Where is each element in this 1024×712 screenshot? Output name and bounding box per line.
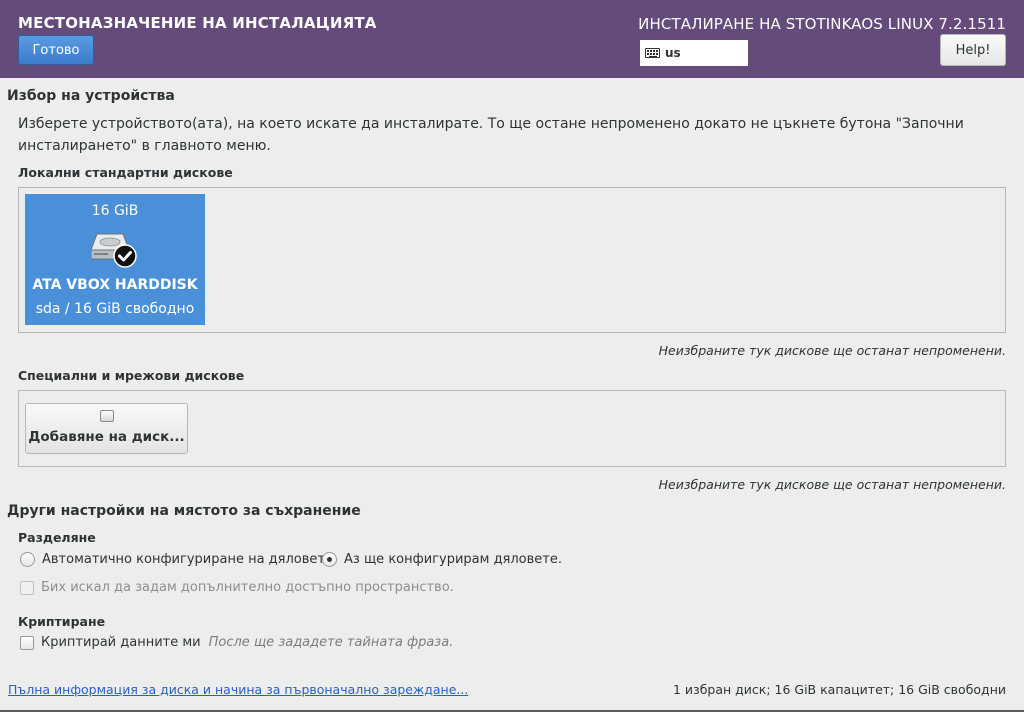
disk-tile-sda[interactable]: 16 GiB ATA VBOX HARDDISK sda / 16 GiB св… — [25, 194, 205, 325]
encrypt-checkbox[interactable] — [20, 635, 34, 650]
extra-space-option[interactable]: Бих искал да задам допълнително достъпно… — [20, 580, 454, 595]
special-disks-title: Специални и мрежови дискове — [18, 368, 245, 383]
other-options-title: Други настройки на мястото за съхранение — [7, 503, 361, 519]
disk-add-icon — [100, 410, 114, 422]
auto-partitioning-radio[interactable] — [20, 552, 35, 567]
manual-partitioning-option[interactable]: Аз ще конфигурирам дяловете. — [322, 552, 562, 567]
add-disk-button[interactable]: Добавяне на диск... — [25, 403, 188, 454]
special-disks-note: Неизбраните тук дискове ще останат непро… — [658, 477, 1006, 492]
disk-info: sda / 16 GiB свободно — [35, 301, 195, 317]
description-line-2: инсталирането" в главното меню. — [18, 138, 271, 154]
spoke-title: МЕСТОНАЗНАЧЕНИЕ НА ИНСТАЛАЦИЯТА — [18, 14, 377, 32]
device-selection-description: Изберете устройството(ата), на което иск… — [18, 113, 1018, 157]
extra-space-label: Бих искал да задам допълнително достъпно… — [41, 580, 454, 595]
description-line-1: Изберете устройството(ата), на което иск… — [18, 116, 964, 132]
header-bar: МЕСТОНАЗНАЧЕНИЕ НА ИНСТАЛАЦИЯТА Готово И… — [0, 0, 1024, 78]
disk-name: ATA VBOX HARDDISK — [32, 277, 198, 293]
auto-partitioning-label: Автоматично конфигуриране на дяловете. — [42, 552, 338, 567]
extra-space-checkbox[interactable] — [20, 580, 34, 595]
local-disks-note: Неизбраните тук дискове ще останат непро… — [658, 343, 1006, 358]
product-title: ИНСТАЛИРАНЕ НА STOTINKAOS LINUX 7.2.1511 — [638, 15, 1006, 33]
encrypt-option[interactable]: Криптирай данните ми После ще зададете т… — [20, 635, 453, 650]
auto-partitioning-option[interactable]: Автоматично конфигуриране на дяловете. — [20, 552, 337, 567]
manual-partitioning-radio[interactable] — [322, 552, 337, 567]
keyboard-icon — [645, 48, 660, 58]
keyboard-layout-label: us — [665, 46, 681, 60]
encryption-title: Криптиране — [18, 614, 106, 629]
harddisk-checked-icon — [91, 233, 137, 268]
help-button[interactable]: Help! — [940, 34, 1006, 66]
device-selection-title: Избор на устройства — [7, 88, 175, 104]
partitioning-title: Разделяне — [18, 530, 96, 545]
storage-summary: 1 избран диск; 16 GiB капацитет; 16 GiB … — [673, 682, 1006, 697]
encrypt-label: Криптирай данните ми — [41, 635, 201, 650]
disk-summary-link[interactable]: Пълна информация за диска и начина за пъ… — [8, 682, 468, 697]
done-button[interactable]: Готово — [18, 35, 94, 65]
add-disk-label: Добавяне на диск... — [28, 429, 185, 445]
encrypt-hint: После ще зададете тайната фраза. — [208, 635, 454, 650]
manual-partitioning-label: Аз ще конфигурирам дяловете. — [344, 552, 562, 567]
disk-size: 16 GiB — [91, 203, 139, 219]
local-disks-title: Локални стандартни дискове — [18, 165, 233, 180]
keyboard-layout-indicator[interactable]: us — [640, 40, 748, 66]
